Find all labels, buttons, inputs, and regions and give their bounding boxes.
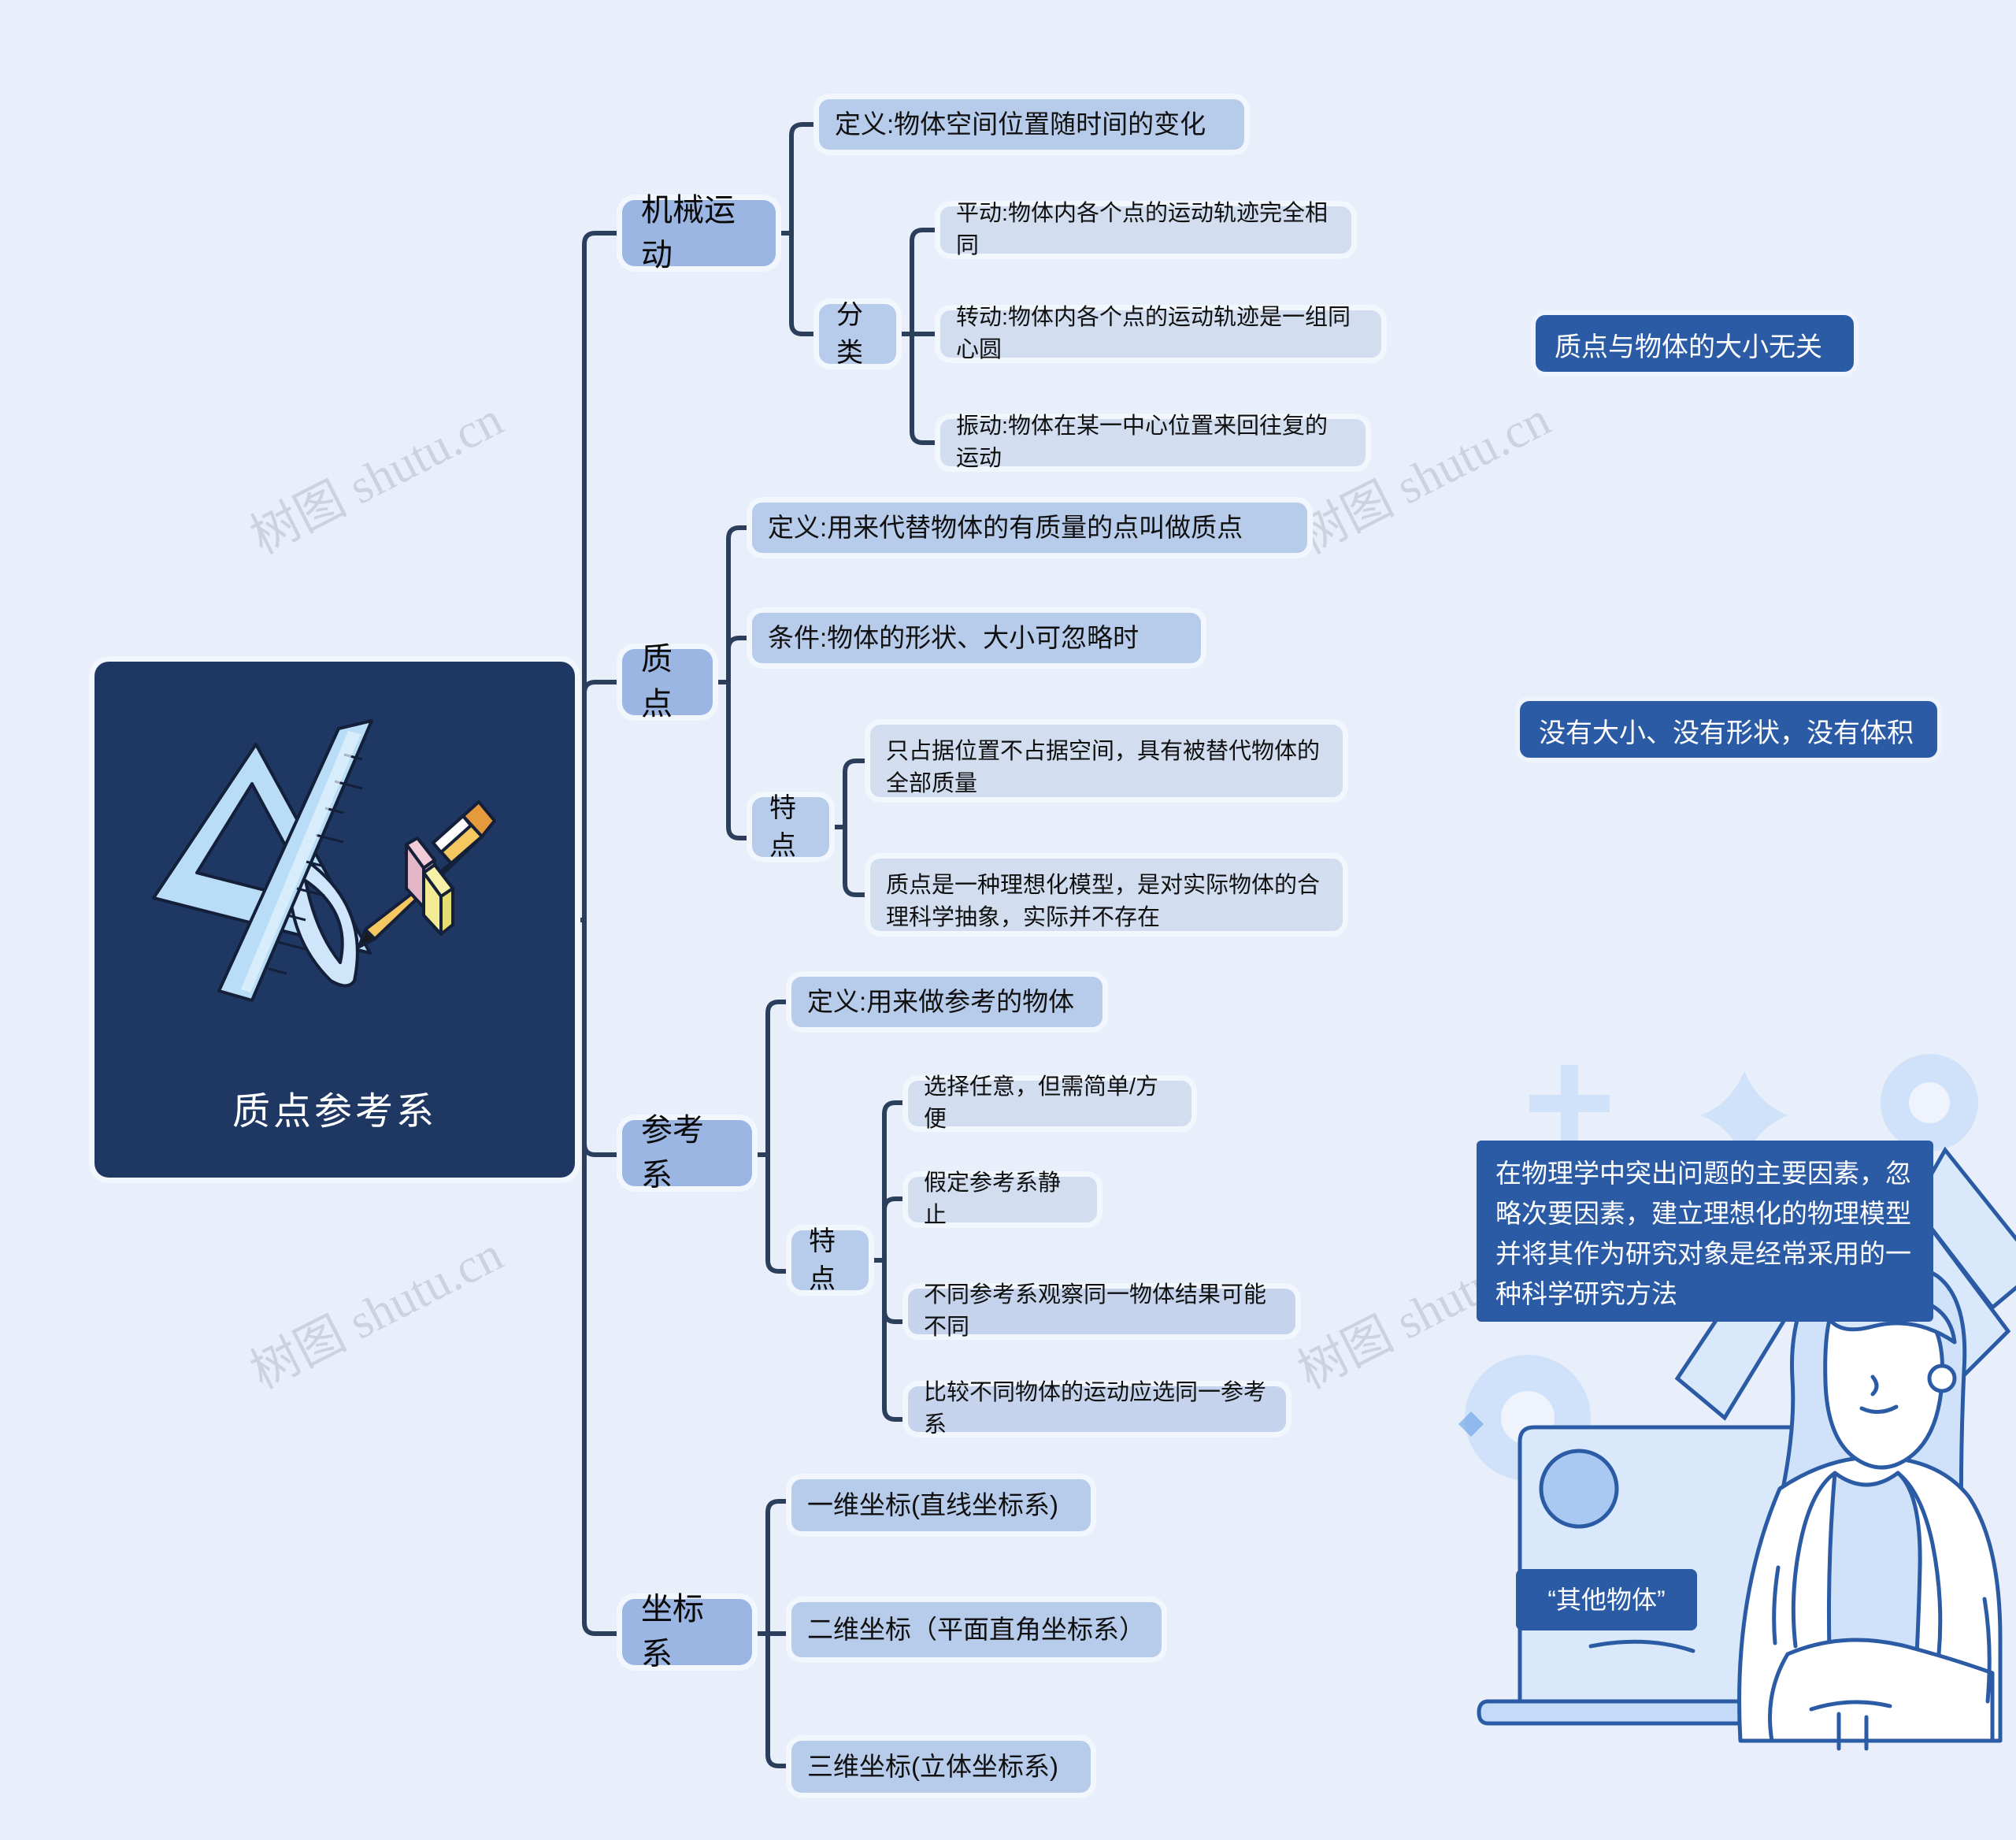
root-illustration: [152, 719, 496, 1002]
node-particle-features[interactable]: 特点: [752, 793, 829, 861]
node-label: 平动:物体内各个点的运动轨迹完全相同: [956, 200, 1329, 258]
root-node[interactable]: 质点参考系: [94, 662, 575, 1178]
node-label: 不同参考系观察同一物体结果可能不同: [924, 1282, 1267, 1340]
node-label: 特点: [809, 1226, 836, 1294]
leaf-mechanical-definition[interactable]: 定义:物体空间位置随时间的变化: [819, 99, 1244, 150]
branch-node-particle[interactable]: 质点: [622, 642, 713, 722]
node-label: 选择任意，但需简单/方便: [924, 1074, 1159, 1132]
node-label: 振动:物体在某一中心位置来回往复的运动: [956, 413, 1329, 471]
leaf-reference-feature-3[interactable]: 不同参考系观察同一物体结果可能不同: [908, 1282, 1295, 1340]
node-label: 定义:物体空间位置随时间的变化: [835, 109, 1206, 139]
node-label: 参考系: [641, 1113, 704, 1193]
branch-node-reference-frame[interactable]: 参考系: [622, 1113, 752, 1193]
node-label: 机械运动: [641, 193, 736, 273]
leaf-reference-feature-2[interactable]: 假定参考系静止: [908, 1170, 1097, 1228]
leaf-reference-feature-4[interactable]: 比较不同物体的运动应选同一参考系: [908, 1380, 1286, 1438]
callout-other-object[interactable]: “其他物体”: [1516, 1569, 1697, 1630]
node-label: 分类: [836, 299, 863, 368]
leaf-particle-definition[interactable]: 定义:用来代替物体的有质量的点叫做质点: [752, 503, 1307, 553]
node-label: 二维坐标（平面直角坐标系）: [807, 1614, 1145, 1644]
leaf-particle-feature-2[interactable]: 质点是一种理想化模型，是对实际物体的合理科学抽象，实际并不存在: [870, 859, 1343, 931]
callout-particle-size[interactable]: 质点与物体的大小无关: [1536, 315, 1854, 372]
node-label: 坐标系: [641, 1592, 704, 1671]
node-label: 质点: [641, 642, 673, 722]
leaf-vibration[interactable]: 振动:物体在某一中心位置来回往复的运动: [940, 414, 1366, 471]
leaf-coord-1d[interactable]: 一维坐标(直线坐标系): [791, 1479, 1091, 1531]
node-label: 假定参考系静止: [924, 1170, 1062, 1228]
root-title: 质点参考系: [232, 1091, 437, 1133]
leaf-translation[interactable]: 平动:物体内各个点的运动轨迹完全相同: [940, 201, 1351, 258]
callout-idealized-model[interactable]: 在物理学中突出问题的主要因素，忽略次要因素，建立理想化的物理模型并将其作为研究对…: [1477, 1141, 1933, 1322]
node-label: 质点是一种理想化模型，是对实际物体的合理科学抽象，实际并不存在: [886, 873, 1321, 931]
node-label: 转动:物体内各个点的运动轨迹是一组同心圆: [956, 304, 1351, 362]
callout-text: 没有大小、没有形状，没有体积: [1539, 718, 1914, 748]
leaf-coord-2d[interactable]: 二维坐标（平面直角坐标系）: [791, 1602, 1162, 1657]
leaf-reference-definition[interactable]: 定义:用来做参考的物体: [791, 977, 1102, 1027]
leaf-rotation[interactable]: 转动:物体内各个点的运动轨迹是一组同心圆: [940, 305, 1381, 362]
callout-no-size-shape-volume[interactable]: 没有大小、没有形状，没有体积: [1520, 701, 1937, 758]
leaf-coord-3d[interactable]: 三维坐标(立体坐标系): [791, 1741, 1091, 1793]
node-label: 定义:用来做参考的物体: [807, 986, 1075, 1016]
branch-node-coordinate-system[interactable]: 坐标系: [622, 1592, 752, 1671]
leaf-reference-feature-1[interactable]: 选择任意，但需简单/方便: [908, 1074, 1191, 1132]
leaf-particle-feature-1[interactable]: 只占据位置不占据空间，具有被替代物体的全部质量: [870, 725, 1343, 797]
leaf-particle-condition[interactable]: 条件:物体的形状、大小可忽略时: [752, 613, 1201, 663]
callout-text: 质点与物体的大小无关: [1555, 332, 1822, 362]
branch-node-mechanical-motion[interactable]: 机械运动: [622, 193, 776, 273]
callout-text: “其他物体”: [1547, 1586, 1666, 1614]
node-label: 三维坐标(立体坐标系): [807, 1751, 1058, 1781]
node-classification[interactable]: 分类: [819, 300, 896, 368]
node-label: 一维坐标(直线坐标系): [807, 1489, 1058, 1519]
node-reference-features[interactable]: 特点: [791, 1226, 869, 1294]
node-label: 比较不同物体的运动应选同一参考系: [924, 1379, 1267, 1438]
callout-text: 在物理学中突出问题的主要因素，忽略次要因素，建立理想化的物理模型并将其作为研究对…: [1495, 1159, 1911, 1309]
node-label: 定义:用来代替物体的有质量的点叫做质点: [768, 512, 1243, 542]
node-label: 特点: [769, 792, 796, 861]
node-label: 只占据位置不占据空间，具有被替代物体的全部质量: [886, 739, 1321, 797]
node-label: 条件:物体的形状、大小可忽略时: [768, 622, 1140, 652]
